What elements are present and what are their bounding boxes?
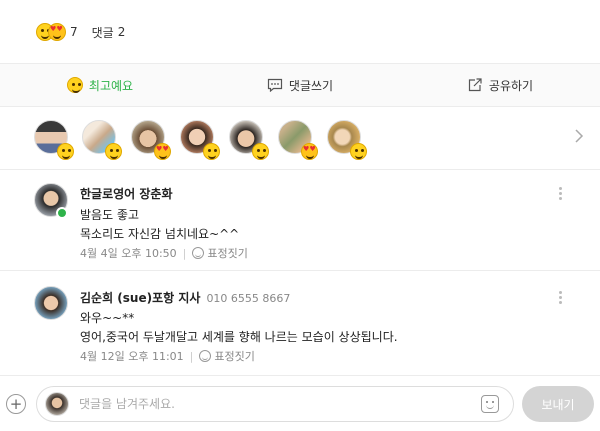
love-emoji-icon bbox=[48, 23, 66, 41]
smile-emoji-icon bbox=[350, 143, 367, 160]
reaction-summary[interactable]: 7 댓글 2 bbox=[36, 20, 125, 44]
reactor-avatar[interactable] bbox=[131, 120, 171, 160]
comment-time: 4월 12일 오후 11:01 bbox=[80, 350, 184, 363]
send-button[interactable]: 보내기 bbox=[522, 386, 594, 422]
share-button[interactable]: 공유하기 bbox=[400, 77, 600, 94]
comment-author[interactable]: 김순희 (sue)포항 지사 010 6555 8667 bbox=[80, 289, 290, 306]
comment-bubble-icon bbox=[267, 77, 283, 93]
crown-badge-icon bbox=[56, 207, 68, 219]
react-button[interactable]: 표정짓기 bbox=[207, 245, 247, 261]
smile-emoji-icon bbox=[252, 143, 269, 160]
comment-item: 한글로영어 장춘화 발음도 좋고 목소리도 자신감 넘치네요~^^ 4월 4일 … bbox=[0, 171, 600, 271]
comment-field bbox=[36, 386, 514, 422]
reactor-avatar[interactable] bbox=[34, 120, 74, 160]
write-comment-button[interactable]: 댓글쓰기 bbox=[200, 77, 400, 94]
smile-emoji-icon bbox=[66, 77, 83, 93]
comment-meta: 4월 12일 오후 11:01 | 표정짓기 bbox=[80, 348, 255, 364]
sticker-icon[interactable] bbox=[481, 395, 499, 413]
comment-item: 김순희 (sue)포항 지사 010 6555 8667 와우~~** 영어,중국… bbox=[0, 272, 600, 376]
reactor-avatar[interactable] bbox=[180, 120, 220, 160]
react-face-icon bbox=[199, 350, 212, 362]
reactor-avatar[interactable] bbox=[82, 120, 122, 160]
smile-emoji-icon bbox=[57, 143, 74, 160]
comment-text-line: 영어,중국어 두날개달고 세계를 향해 나르는 모습이 상상됩니다. bbox=[80, 330, 398, 344]
reactor-list bbox=[0, 108, 600, 170]
avatar bbox=[45, 392, 69, 416]
more-options-icon[interactable] bbox=[558, 289, 562, 306]
comment-text-line: 발음도 좋고 bbox=[80, 208, 140, 222]
plus-icon[interactable]: + bbox=[6, 394, 26, 414]
comment-author[interactable]: 한글로영어 장춘화 bbox=[80, 185, 173, 202]
comment-input[interactable] bbox=[79, 395, 459, 413]
love-emoji-icon bbox=[154, 143, 171, 160]
reactor-avatar[interactable] bbox=[229, 120, 269, 160]
action-bar: 최고예요 댓글쓰기 공유하기 bbox=[0, 63, 600, 107]
love-emoji-icon bbox=[301, 143, 318, 160]
comment-count: 2 bbox=[117, 25, 126, 39]
share-label: 공유하기 bbox=[488, 78, 534, 93]
reactor-avatar[interactable] bbox=[327, 120, 367, 160]
write-comment-label: 댓글쓰기 bbox=[288, 78, 334, 93]
comment-input-bar: + 보내기 bbox=[0, 378, 600, 431]
reaction-count: 7 bbox=[70, 25, 78, 39]
author-phone: 010 6555 8667 bbox=[206, 292, 291, 305]
reactor-avatar[interactable] bbox=[278, 120, 318, 160]
comment-text-line: 와우~~** bbox=[80, 311, 135, 325]
comment-meta: 4월 4일 오후 10:50 | 표정짓기 bbox=[80, 245, 248, 261]
more-options-icon[interactable] bbox=[558, 185, 562, 202]
smile-emoji-icon bbox=[203, 143, 220, 160]
like-label: 최고예요 bbox=[88, 78, 134, 93]
react-button[interactable]: 표정짓기 bbox=[214, 348, 254, 364]
react-face-icon bbox=[192, 247, 205, 259]
comment-count-label: 댓글 bbox=[91, 25, 114, 40]
chevron-right-icon[interactable] bbox=[574, 128, 584, 148]
smile-emoji-icon bbox=[105, 143, 122, 160]
share-icon bbox=[467, 77, 483, 93]
like-button[interactable]: 최고예요 bbox=[0, 77, 200, 94]
comment-time: 4월 4일 오후 10:50 bbox=[80, 247, 177, 260]
comment-text-line: 목소리도 자신감 넘치네요~^^ bbox=[80, 227, 240, 241]
avatar[interactable] bbox=[34, 286, 68, 320]
